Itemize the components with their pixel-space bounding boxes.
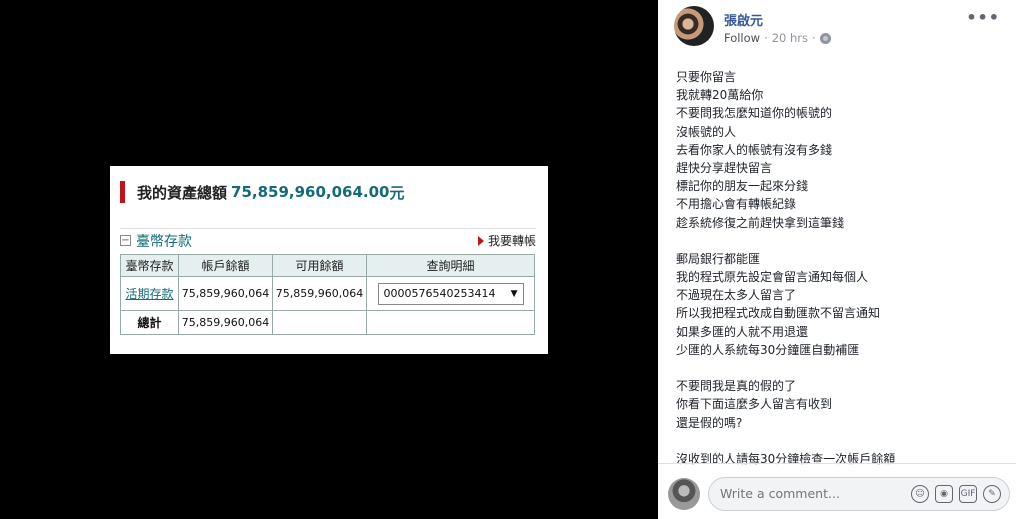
comment-input[interactable] [720, 478, 900, 510]
emoji-icon[interactable]: ☺ [911, 485, 929, 503]
globe-icon [819, 32, 831, 44]
asset-title: 我的資產總額 [137, 183, 228, 202]
arrow-right-icon [477, 235, 484, 246]
post-gap [676, 432, 1006, 450]
post-line: 不用擔心會有轉帳紀錄 [676, 197, 797, 212]
account-balance: 75,859,960,064 [178, 276, 273, 311]
total-label: 總計 [120, 310, 179, 335]
account-number: 0000576540253414 [383, 287, 496, 300]
post-line: 趁系統修復之前趕快拿到這筆錢 [676, 215, 845, 230]
divider [658, 463, 1016, 464]
post-line: 我的程式原先設定會留言通知每個人 [676, 270, 869, 285]
column-header: 查詢明細 [366, 254, 535, 277]
post-line: 不過現在太多人留言了 [676, 288, 797, 303]
post-line: 你看下面這麼多人留言有收到 [676, 397, 833, 412]
account-table: 臺幣存款 帳戶餘額 可用餘額 查詢明細 活期存款 75,859,960,064 … [120, 254, 535, 335]
asset-unit: 元 [389, 183, 405, 202]
deposit-section-header: − 臺幣存款 我要轉帳 [120, 228, 536, 250]
section-label: 臺幣存款 [136, 233, 192, 250]
account-type-link[interactable]: 活期存款 [125, 287, 173, 301]
meta-separator: · [764, 31, 768, 45]
post-line: 去看你家人的帳號有沒有多錢 [676, 142, 833, 157]
total-row: 總計 75,859,960,064 [120, 310, 535, 335]
meta-separator: · [812, 31, 816, 45]
post-line: 所以我把程式改成自動匯款不留言通知 [676, 306, 881, 321]
post-line: 不要問我是真的假的了 [676, 379, 797, 394]
post-line: 趕快分享趕快留言 [676, 160, 773, 175]
comment-icons: ☺ ◉ GIF ✎ [911, 485, 1001, 503]
column-header: 臺幣存款 [120, 254, 179, 277]
transfer-label: 我要轉帳 [487, 234, 536, 248]
post-gap [676, 232, 1006, 250]
dropdown-arrow-icon: ▼ [510, 288, 518, 299]
post-line: 我就轉20萬給你 [676, 88, 764, 103]
post-line: 如果多匯的人就不用退還 [676, 324, 809, 339]
post-time[interactable]: 20 hrs [772, 31, 808, 45]
asset-amount: 75,859,960,064.00 [231, 183, 390, 201]
gif-icon[interactable]: GIF [959, 485, 977, 503]
empty-cell [366, 310, 535, 335]
commenter-avatar [668, 478, 700, 510]
table-row: 活期存款 75,859,960,064 75,859,960,064 00005… [120, 276, 535, 311]
title-accent-bar [120, 181, 125, 203]
post-line: 不要問我怎麼知道你的帳號的 [676, 106, 833, 121]
more-options-icon[interactable]: ••• [966, 8, 1000, 27]
account-select[interactable]: 0000576540253414 ▼ [377, 282, 524, 305]
comment-box[interactable]: ☺ ◉ GIF ✎ [708, 477, 1010, 511]
column-header: 可用餘額 [272, 254, 367, 277]
photo-viewer: 我的資產總額 75,859,960,064.00 元 − 臺幣存款 我要轉帳 臺… [0, 0, 658, 519]
total-balance: 75,859,960,064 [178, 310, 273, 335]
author-name[interactable]: 張啟元 [724, 10, 763, 29]
post-line: 少匯的人系統每30分鐘匯自動補匯 [676, 342, 860, 357]
transfer-link[interactable]: 我要轉帳 [477, 232, 536, 249]
post-text: 只要你留言我就轉20萬給你不要問我怎麼知道你的帳號的 沒帳號的人去看你家人的帳號有… [676, 68, 1006, 468]
asset-header: 我的資產總額 75,859,960,064.00 元 [120, 180, 405, 204]
sticker-icon[interactable]: ✎ [983, 485, 1001, 503]
empty-cell [272, 310, 367, 335]
follow-link[interactable]: Follow [724, 31, 760, 45]
post-meta: Follow · 20 hrs · [724, 31, 831, 45]
post-line: 沒帳號的人 [676, 124, 737, 139]
author-avatar[interactable] [674, 6, 714, 46]
available-balance: 75,859,960,064 [272, 276, 367, 311]
post-line: 只要你留言 [676, 70, 737, 84]
post-gap [676, 359, 1006, 377]
collapse-icon[interactable]: − [120, 235, 131, 246]
bank-screenshot-photo[interactable]: 我的資產總額 75,859,960,064.00 元 − 臺幣存款 我要轉帳 臺… [110, 166, 548, 354]
post-line: 郵局銀行都能匯 [676, 251, 761, 266]
column-header: 帳戶餘額 [178, 254, 273, 277]
post-line: 還是假的嗎? [676, 415, 743, 430]
camera-icon[interactable]: ◉ [935, 485, 953, 503]
post-line: 沒收到的人請每30分鐘檢查一次帳戶餘額 [676, 451, 896, 466]
post-line: 標記你的朋友一起來分錢 [676, 179, 809, 194]
facebook-photo-viewer: 我的資產總額 75,859,960,064.00 元 − 臺幣存款 我要轉帳 臺… [0, 0, 1016, 519]
post-sidebar: 張啟元 Follow · 20 hrs · ••• 只要你留言我就轉20萬給你不… [658, 0, 1016, 519]
